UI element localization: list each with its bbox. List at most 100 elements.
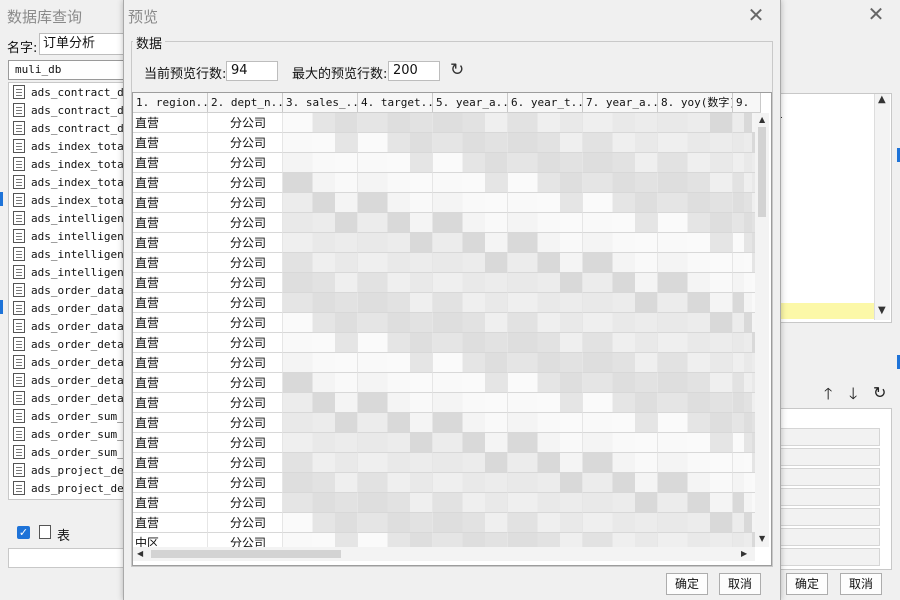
obscured-cell[interactable] (508, 373, 583, 393)
obscured-cell[interactable] (283, 213, 358, 233)
obscured-cell[interactable] (508, 353, 583, 373)
obscured-cell[interactable] (733, 153, 755, 173)
obscured-cell[interactable] (583, 373, 658, 393)
filter-field[interactable] (8, 548, 124, 568)
editor-scrollbar[interactable] (874, 94, 890, 320)
obscured-cell[interactable] (433, 393, 508, 413)
obscured-cell[interactable] (508, 293, 583, 313)
dept-cell[interactable]: 分公司 (208, 153, 283, 173)
table-row[interactable]: 直营 分公司 (133, 293, 755, 313)
scroll-up-icon[interactable]: ▲ (878, 94, 886, 105)
region-cell[interactable]: 直营 (133, 513, 208, 533)
obscured-cell[interactable] (733, 273, 755, 293)
region-cell[interactable]: 直营 (133, 173, 208, 193)
table-row[interactable]: 直营 分公司 (133, 473, 755, 493)
ok-button[interactable]: 确定 (666, 573, 708, 595)
region-cell[interactable]: 直营 (133, 253, 208, 273)
scroll-right-icon[interactable]: ▶ (741, 549, 747, 558)
obscured-cell[interactable] (358, 533, 433, 547)
obscured-cell[interactable] (583, 453, 658, 473)
obscured-cell[interactable] (658, 193, 733, 213)
parameter-row[interactable] (780, 508, 880, 526)
parameter-row[interactable] (780, 488, 880, 506)
obscured-cell[interactable] (358, 213, 433, 233)
obscured-cell[interactable] (658, 353, 733, 373)
obscured-cell[interactable] (658, 273, 733, 293)
region-cell[interactable]: 直营 (133, 233, 208, 253)
obscured-cell[interactable] (433, 353, 508, 373)
region-cell[interactable]: 直营 (133, 213, 208, 233)
current-rows-field[interactable]: 94 (226, 61, 278, 81)
obscured-cell[interactable] (508, 393, 583, 413)
obscured-cell[interactable] (508, 153, 583, 173)
obscured-cell[interactable] (283, 133, 358, 153)
dept-cell[interactable]: 分公司 (208, 433, 283, 453)
dept-cell[interactable]: 分公司 (208, 353, 283, 373)
obscured-cell[interactable] (358, 493, 433, 513)
column-header[interactable]: 7. year_a... (583, 93, 658, 112)
table-list-item[interactable]: ads_intelligence (9, 227, 123, 245)
obscured-cell[interactable] (658, 313, 733, 333)
table-row[interactable]: 中区 分公司 (133, 533, 755, 547)
table-row[interactable]: 直营 分公司 (133, 213, 755, 233)
dept-cell[interactable]: 分公司 (208, 333, 283, 353)
obscured-cell[interactable] (583, 193, 658, 213)
obscured-cell[interactable] (733, 313, 755, 333)
scroll-up-icon[interactable]: ▲ (759, 115, 765, 124)
obscured-cell[interactable] (358, 273, 433, 293)
dept-cell[interactable]: 分公司 (208, 533, 283, 547)
obscured-cell[interactable] (283, 393, 358, 413)
table-row[interactable]: 直营 分公司 (133, 513, 755, 533)
column-header[interactable]: 4. target... (358, 93, 433, 112)
obscured-cell[interactable] (433, 153, 508, 173)
column-header[interactable]: 5. year_a... (433, 93, 508, 112)
table-checkbox[interactable]: ✓ (17, 526, 30, 539)
table-list-item[interactable]: ads_project_deta (9, 479, 123, 497)
obscured-cell[interactable] (733, 333, 755, 353)
dept-cell[interactable]: 分公司 (208, 233, 283, 253)
obscured-cell[interactable] (433, 213, 508, 233)
refresh-icon[interactable]: ↻ (450, 60, 468, 80)
obscured-cell[interactable] (283, 533, 358, 547)
obscured-cell[interactable] (283, 473, 358, 493)
obscured-cell[interactable] (508, 113, 583, 133)
obscured-cell[interactable] (583, 353, 658, 373)
table-list-item[interactable]: ads_order_data (9, 281, 123, 299)
obscured-cell[interactable] (433, 473, 508, 493)
column-header[interactable]: 3. sales_... (283, 93, 358, 112)
obscured-cell[interactable] (433, 453, 508, 473)
dept-cell[interactable]: 分公司 (208, 193, 283, 213)
obscured-cell[interactable] (433, 193, 508, 213)
ok-button-background[interactable]: 确定 (786, 573, 828, 595)
region-cell[interactable]: 直营 (133, 413, 208, 433)
obscured-cell[interactable] (733, 373, 755, 393)
region-cell[interactable]: 直营 (133, 453, 208, 473)
region-cell[interactable]: 直营 (133, 473, 208, 493)
obscured-cell[interactable] (283, 253, 358, 273)
obscured-cell[interactable] (433, 513, 508, 533)
obscured-cell[interactable] (658, 533, 733, 547)
region-cell[interactable]: 直营 (133, 333, 208, 353)
obscured-cell[interactable] (508, 133, 583, 153)
parameter-row[interactable] (780, 528, 880, 546)
obscured-cell[interactable] (583, 313, 658, 333)
region-cell[interactable]: 直营 (133, 273, 208, 293)
obscured-cell[interactable] (283, 173, 358, 193)
dept-cell[interactable]: 分公司 (208, 473, 283, 493)
obscured-cell[interactable] (358, 453, 433, 473)
obscured-cell[interactable] (658, 513, 733, 533)
obscured-cell[interactable] (283, 513, 358, 533)
table-list-item[interactable]: ads_order_detail (9, 335, 123, 353)
obscured-cell[interactable] (583, 213, 658, 233)
close-icon[interactable]: ✕ (744, 3, 768, 27)
dept-cell[interactable]: 分公司 (208, 213, 283, 233)
obscured-cell[interactable] (358, 433, 433, 453)
obscured-cell[interactable] (433, 113, 508, 133)
obscured-cell[interactable] (283, 373, 358, 393)
dept-cell[interactable]: 分公司 (208, 293, 283, 313)
obscured-cell[interactable] (283, 353, 358, 373)
dept-cell[interactable]: 分公司 (208, 313, 283, 333)
table-list-item[interactable]: ads_order_data_ (9, 299, 123, 317)
obscured-cell[interactable] (658, 413, 733, 433)
obscured-cell[interactable] (358, 353, 433, 373)
